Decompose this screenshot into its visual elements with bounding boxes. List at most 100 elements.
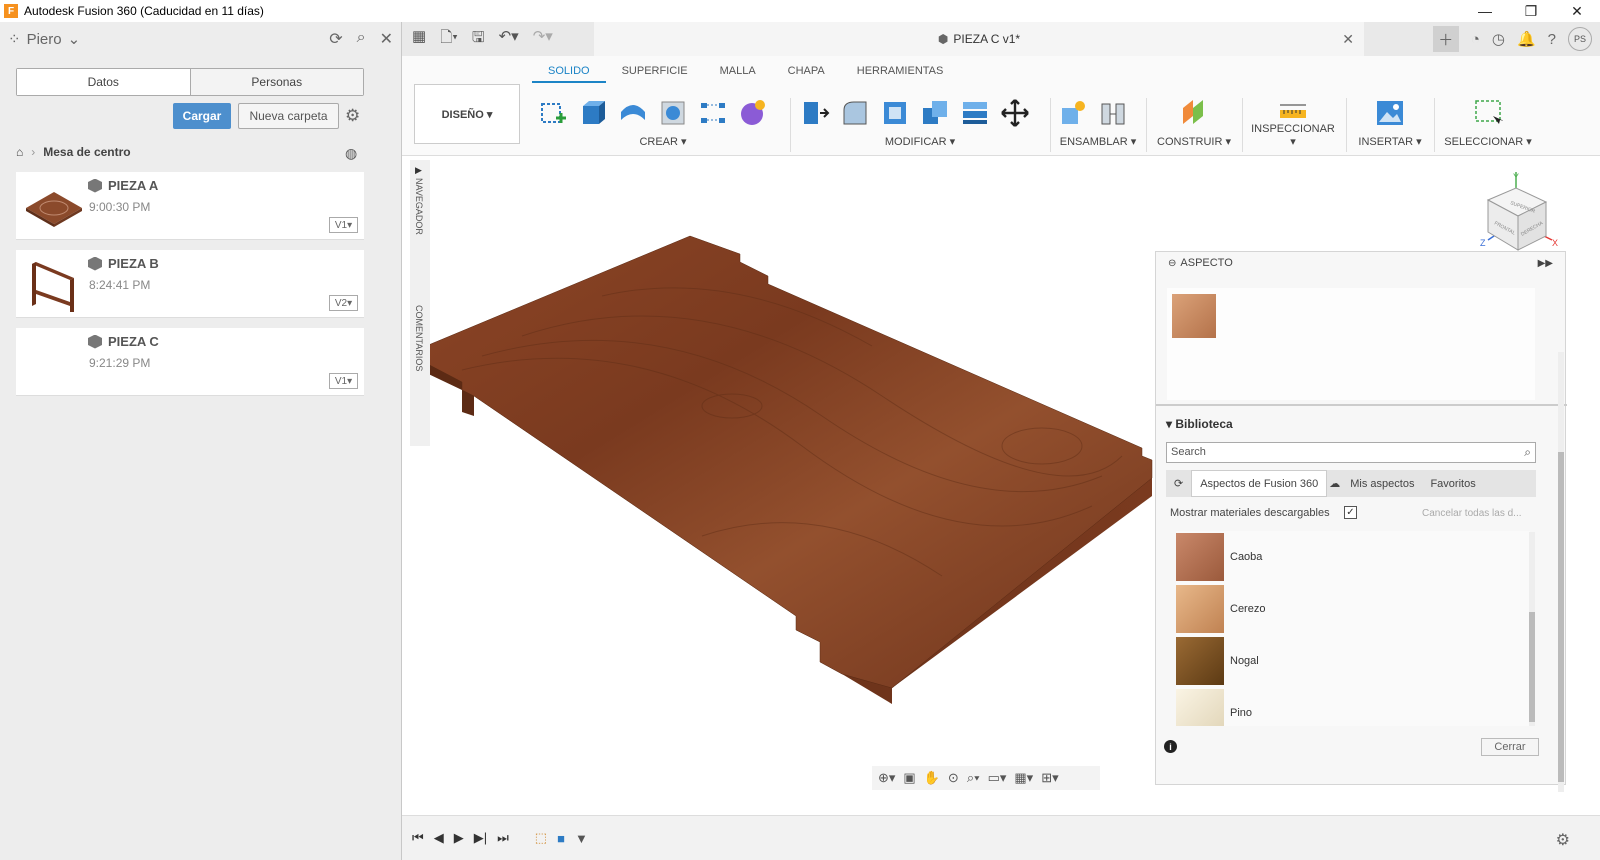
dialog-splitter[interactable]	[1156, 404, 1567, 406]
select-icon[interactable]	[1473, 98, 1503, 128]
zoom-icon[interactable]: ⊙	[948, 770, 959, 786]
combine-icon[interactable]	[920, 98, 950, 128]
job-status-icon[interactable]: ◷	[1492, 30, 1505, 48]
display-settings-icon[interactable]: ▭▾	[988, 770, 1007, 786]
tab-fusion-appearances[interactable]: Aspectos de Fusion 360	[1191, 470, 1328, 497]
offset-face-icon[interactable]	[960, 98, 990, 128]
list-item[interactable]: Caoba	[1176, 531, 1530, 583]
tab-malla[interactable]: MALLA	[704, 64, 772, 83]
extensions-icon[interactable]: ◔	[1471, 31, 1480, 48]
notifications-bell-icon[interactable]: 🔔	[1517, 30, 1536, 48]
tab-datos[interactable]: Datos	[17, 69, 190, 95]
workspace-switcher[interactable]: DISEÑO ▾	[414, 84, 520, 144]
tab-my-appearances[interactable]: Mis aspectos	[1342, 470, 1422, 497]
avatar[interactable]: PS	[1568, 27, 1592, 51]
fit-icon[interactable]: ⌕▾	[967, 770, 980, 786]
version-badge[interactable]: V1▾	[329, 217, 358, 233]
go-to-end-icon[interactable]: ⏭	[497, 830, 509, 846]
offset-plane-icon[interactable]	[1179, 98, 1209, 128]
play-icon[interactable]: ▶	[454, 830, 464, 846]
tab-chapa[interactable]: CHAPA	[772, 64, 841, 83]
version-badge[interactable]: V1▾	[329, 373, 358, 389]
search-icon[interactable]: ⌕	[1524, 445, 1531, 460]
list-item[interactable]: Cerezo	[1176, 583, 1530, 635]
group-label[interactable]: ENSAMBLAR ▾	[1058, 135, 1138, 148]
materials-scrollbar[interactable]	[1529, 532, 1535, 726]
group-label[interactable]: SELECCIONAR ▾	[1438, 135, 1538, 148]
close-window-button[interactable]: ✕	[1554, 0, 1600, 22]
close-icon[interactable]: ✕	[380, 29, 393, 49]
restore-button[interactable]: ❐	[1508, 0, 1554, 22]
timeline-sketch-feature-icon[interactable]: ⬚	[535, 830, 547, 846]
file-card-pieza-a[interactable]: PIEZA A 9:00:30 PM V1▾	[16, 172, 364, 240]
tab-favorites[interactable]: Favoritos	[1422, 470, 1483, 497]
move-icon[interactable]	[1000, 98, 1030, 128]
close-button[interactable]: Cerrar	[1481, 738, 1539, 756]
step-forward-icon[interactable]: ▶|	[474, 830, 487, 846]
tab-solido[interactable]: SOLIDO	[532, 64, 606, 83]
model-viewport[interactable]	[402, 156, 1162, 816]
undo-icon[interactable]: ↶▾	[499, 27, 519, 52]
save-icon[interactable]: 🖫	[472, 27, 485, 52]
pan-hand-icon[interactable]: ✋	[924, 770, 940, 786]
timeline-settings-gear-icon[interactable]: ⚙	[1556, 830, 1570, 850]
file-card-pieza-c[interactable]: PIEZA C 9:21:29 PM V1▾	[16, 328, 364, 396]
expand-arrow-icon[interactable]: ▶	[415, 165, 422, 176]
info-icon[interactable]: i	[1164, 740, 1177, 753]
sweep-icon[interactable]	[658, 98, 688, 128]
search-icon[interactable]: ⌕	[357, 29, 366, 49]
viewports-icon[interactable]: ⊞▾	[1041, 770, 1058, 786]
list-item[interactable]: Nogal	[1176, 635, 1530, 687]
search-input[interactable]: Search ⌕	[1166, 442, 1536, 463]
rectangular-pattern-icon[interactable]	[698, 98, 728, 128]
comments-toggle[interactable]: COMENTARIOS	[414, 305, 424, 371]
go-to-start-icon[interactable]: ⏮	[412, 830, 424, 846]
dialog-scrollbar[interactable]	[1558, 352, 1564, 792]
new-component-icon[interactable]	[1058, 98, 1088, 128]
breadcrumb-folder[interactable]: Mesa de centro	[43, 145, 130, 159]
close-tab-icon[interactable]: ✕	[1342, 31, 1354, 48]
redo-icon[interactable]: ↷▾	[533, 27, 553, 52]
step-back-icon[interactable]: ◀	[434, 830, 444, 846]
insert-image-icon[interactable]	[1375, 98, 1405, 128]
new-folder-button[interactable]: Nueva carpeta	[238, 103, 339, 129]
tab-superficie[interactable]: SUPERFICIE	[606, 64, 704, 83]
version-badge[interactable]: V2▾	[329, 295, 358, 311]
cancel-all-downloads-link[interactable]: Cancelar todas las d...	[1422, 508, 1522, 519]
list-item[interactable]: Pino	[1176, 687, 1530, 726]
upload-button[interactable]: Cargar	[173, 103, 231, 129]
fillet-icon[interactable]	[840, 98, 870, 128]
library-heading[interactable]: ▾ Biblioteca	[1166, 417, 1233, 431]
collapse-icon[interactable]: ⊖	[1168, 258, 1176, 269]
tab-personas[interactable]: Personas	[189, 69, 363, 95]
file-menu-icon[interactable]: 🗋▾	[440, 27, 458, 52]
group-label[interactable]: CREAR ▾	[538, 135, 788, 148]
apps-grid-icon[interactable]: ▦	[412, 27, 426, 52]
group-label[interactable]: CONSTRUIR ▾	[1154, 135, 1234, 148]
press-pull-icon[interactable]	[800, 98, 830, 128]
group-label[interactable]: INSERTAR ▾	[1352, 135, 1428, 148]
tab-herramientas[interactable]: HERRAMIENTAS	[841, 64, 960, 83]
extrude-icon[interactable]	[578, 98, 608, 128]
refresh-icon[interactable]: ⟳	[1166, 470, 1191, 497]
file-card-pieza-b[interactable]: PIEZA B 8:24:41 PM V2▾	[16, 250, 364, 318]
scrollbar-thumb[interactable]	[1558, 452, 1564, 782]
scrollbar-thumb[interactable]	[1529, 612, 1535, 722]
team-selector[interactable]: ⁘ Piero ⌄	[8, 30, 80, 49]
help-icon[interactable]: ?	[1548, 31, 1556, 48]
document-tab[interactable]: ⬢ PIEZA C v1* ✕	[594, 22, 1364, 56]
browser-toggle[interactable]: NAVEGADOR	[414, 178, 424, 235]
group-label[interactable]: INSPECCIONAR ▾	[1248, 123, 1338, 148]
create-sketch-icon[interactable]	[538, 98, 568, 128]
viewcube[interactable]: Y Z X SUPERIOR FRONTAL DERECHA	[1480, 170, 1560, 260]
show-downloadable-checkbox[interactable]: ✓	[1344, 506, 1357, 519]
settings-gear-icon[interactable]: ⚙	[345, 106, 360, 126]
shell-icon[interactable]	[880, 98, 910, 128]
grid-settings-icon[interactable]: ▦▾	[1014, 770, 1033, 786]
applied-appearance-swatch[interactable]	[1172, 294, 1216, 338]
orbit-icon[interactable]: ⊕▾	[878, 770, 895, 786]
home-icon[interactable]: ⌂	[16, 145, 23, 159]
timeline-marker[interactable]: ▼	[575, 831, 588, 846]
group-label[interactable]: MODIFICAR ▾	[800, 135, 1040, 148]
fast-forward-icon[interactable]: ▶▶	[1538, 258, 1553, 269]
